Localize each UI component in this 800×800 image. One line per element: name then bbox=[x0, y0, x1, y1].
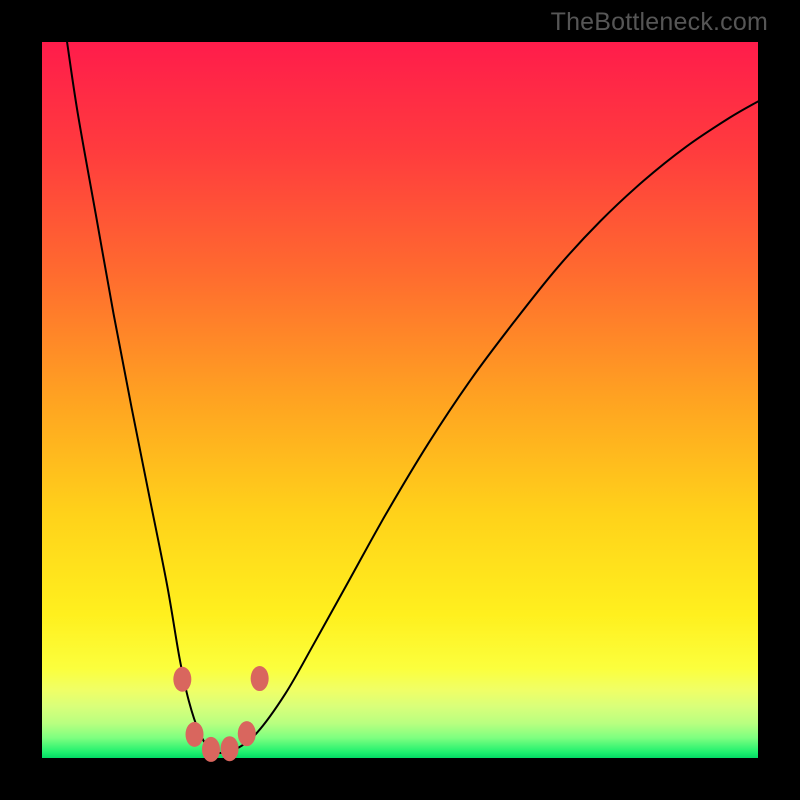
plot-area bbox=[42, 42, 758, 758]
attribution-label: TheBottleneck.com bbox=[551, 8, 768, 37]
curve-marker bbox=[186, 722, 204, 747]
chart-frame: TheBottleneck.com bbox=[0, 0, 800, 800]
bottleneck-curve bbox=[42, 42, 758, 758]
curve-marker bbox=[202, 737, 220, 762]
curve-marker bbox=[251, 666, 269, 691]
curve-marker bbox=[221, 736, 239, 761]
curve-marker bbox=[238, 721, 256, 746]
curve-marker bbox=[173, 667, 191, 692]
